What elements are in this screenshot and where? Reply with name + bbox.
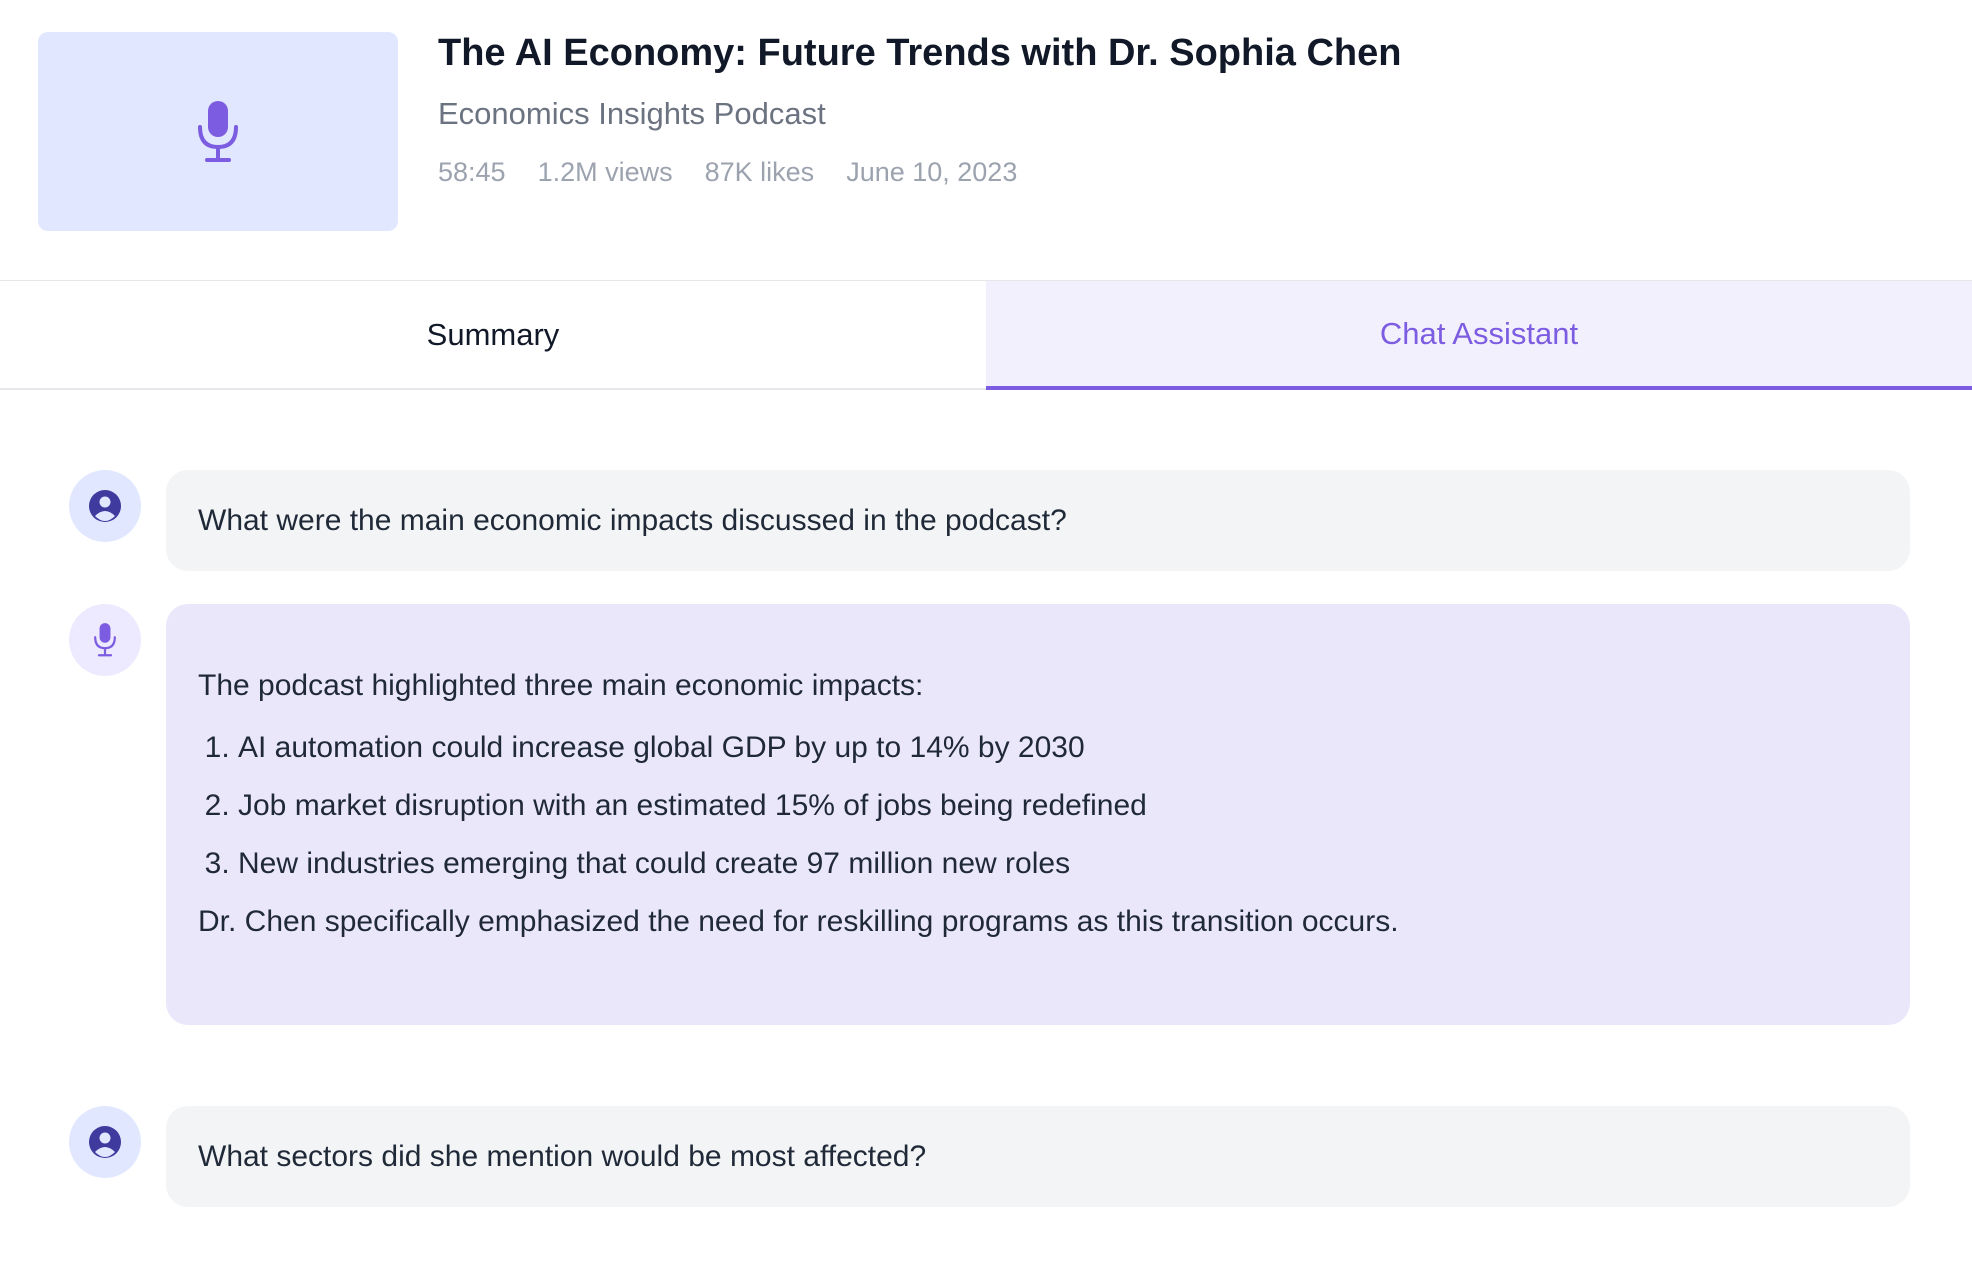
user-circle-icon bbox=[89, 1126, 121, 1158]
view-count: 1.2M views bbox=[537, 157, 673, 187]
duration: 58:45 bbox=[438, 157, 506, 187]
list-item: AI automation could increase global GDP … bbox=[238, 728, 1878, 768]
assistant-avatar bbox=[69, 604, 141, 676]
like-count: 87K likes bbox=[704, 157, 815, 187]
message-text: What sectors did she mention would be mo… bbox=[198, 1139, 927, 1173]
message-text: What were the main economic impacts disc… bbox=[198, 503, 1067, 537]
episode-title: The AI Economy: Future Trends with Dr. S… bbox=[438, 32, 1402, 74]
user-avatar bbox=[69, 1106, 141, 1178]
list-item: Job market disruption with an estimated … bbox=[238, 786, 1878, 826]
user-circle-icon bbox=[89, 490, 121, 522]
show-name[interactable]: Economics Insights Podcast bbox=[438, 96, 826, 132]
user-message-bubble: What were the main economic impacts disc… bbox=[166, 470, 1910, 571]
response-outro: Dr. Chen specifically emphasized the nee… bbox=[198, 905, 1399, 938]
episode-header: The AI Economy: Future Trends with Dr. S… bbox=[0, 0, 1972, 280]
user-message-bubble: What sectors did she mention would be mo… bbox=[166, 1106, 1910, 1207]
user-avatar bbox=[69, 470, 141, 542]
episode-thumbnail[interactable] bbox=[38, 32, 398, 231]
tab-chat-assistant[interactable]: Chat Assistant bbox=[986, 281, 1972, 390]
tab-bar: Summary Chat Assistant bbox=[0, 281, 1972, 390]
microphone-icon bbox=[94, 623, 116, 657]
microphone-icon bbox=[198, 100, 238, 162]
episode-meta: 58:45 1.2M views 87K likes June 10, 2023 bbox=[438, 157, 1017, 188]
impact-list: AI automation could increase global GDP … bbox=[198, 728, 1878, 884]
assistant-message-bubble: The podcast highlighted three main econo… bbox=[166, 604, 1910, 1025]
list-item: New industries emerging that could creat… bbox=[238, 844, 1878, 884]
tab-summary[interactable]: Summary bbox=[0, 281, 986, 388]
publish-date: June 10, 2023 bbox=[846, 157, 1018, 187]
response-intro: The podcast highlighted three main econo… bbox=[198, 669, 924, 702]
